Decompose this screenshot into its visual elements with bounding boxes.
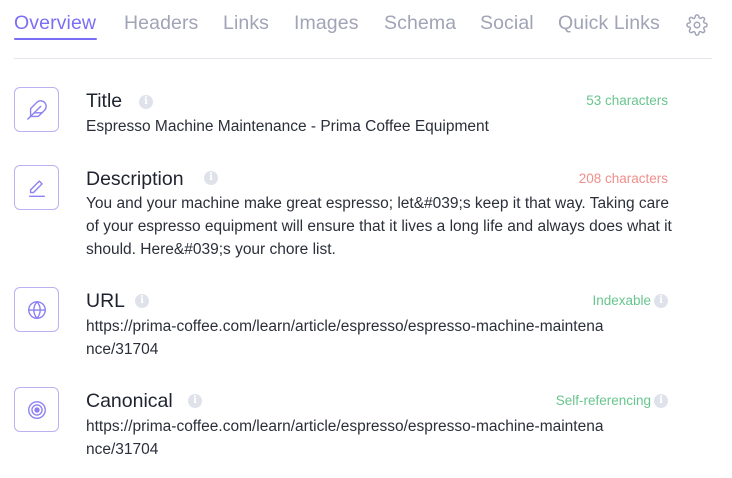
tab-schema[interactable]: Schema — [384, 12, 456, 35]
status-badge: Self-referencing — [555, 393, 651, 408]
pencil-line-icon — [14, 165, 59, 210]
item-value[interactable]: https://prima-coffee.com/learn/article/e… — [86, 315, 606, 361]
tab-bar: Overview Headers Links Images Schema Soc… — [14, 0, 714, 58]
feather-icon — [14, 87, 59, 132]
overview-item-url: URL i Indexable i https://prima-coffee.c… — [14, 287, 668, 362]
tabs-divider — [14, 58, 712, 59]
item-title-label: Canonical — [86, 390, 173, 412]
tab-social[interactable]: Social — [480, 12, 534, 35]
tab-quick-links[interactable]: Quick Links — [558, 12, 660, 35]
info-icon[interactable]: i — [204, 171, 218, 185]
tab-links[interactable]: Links — [223, 12, 269, 35]
status-badge: Indexable — [592, 293, 651, 308]
info-icon[interactable]: i — [654, 293, 668, 308]
info-icon[interactable]: i — [135, 294, 149, 308]
tab-images[interactable]: Images — [294, 12, 359, 35]
tab-overview[interactable]: Overview — [14, 12, 96, 35]
overview-item-title: Title i 53 characters Espresso Machine M… — [14, 87, 668, 137]
target-icon — [14, 387, 59, 432]
item-title-label: Description — [86, 168, 184, 190]
info-icon[interactable]: i — [139, 95, 153, 109]
status-group: Self-referencing i — [556, 393, 668, 408]
tab-headers[interactable]: Headers — [124, 12, 198, 35]
status-badge: 53 characters — [586, 93, 668, 108]
status-badge: 208 characters — [578, 171, 668, 186]
active-tab-indicator — [14, 38, 97, 40]
item-title-label: Title — [86, 90, 123, 112]
info-icon[interactable]: i — [654, 393, 668, 408]
item-value: Espresso Machine Maintenance - Prima Cof… — [86, 118, 489, 135]
overview-item-description: Description i 208 characters You and you… — [14, 165, 672, 265]
gear-icon[interactable] — [686, 14, 708, 36]
info-icon[interactable]: i — [188, 394, 202, 408]
status-group: Indexable i — [592, 293, 668, 308]
globe-icon — [14, 287, 59, 332]
item-value: You and your machine make great espresso… — [86, 195, 672, 258]
item-value[interactable]: https://prima-coffee.com/learn/article/e… — [86, 415, 606, 461]
item-title-label: URL — [86, 290, 126, 312]
overview-item-canonical: Canonical i Self-referencing i https://p… — [14, 387, 668, 462]
